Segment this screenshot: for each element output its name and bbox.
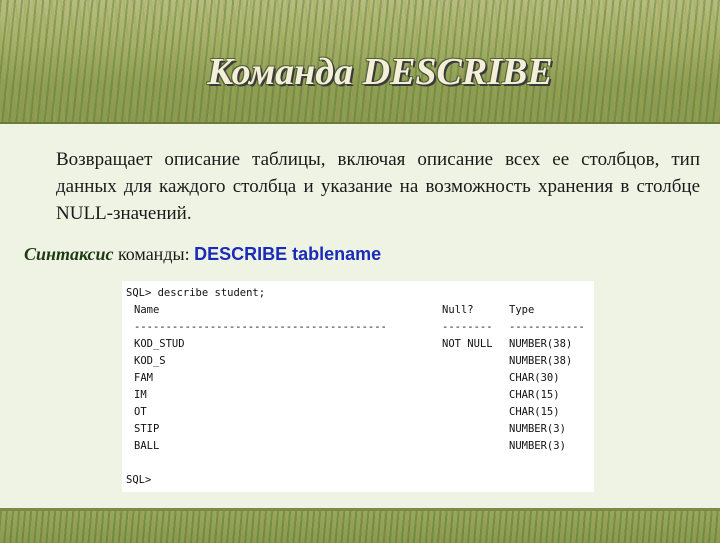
row-type: NUMBER(3) — [509, 440, 566, 452]
syntax-line: Синтаксис команды: DESCRIBE tablename — [24, 244, 381, 265]
syntax-command: DESCRIBE tablename — [194, 244, 382, 264]
row-name: STIP — [134, 423, 160, 435]
separator-type: ------------ — [509, 321, 585, 333]
header-name: Name — [134, 304, 160, 316]
row-type: CHAR(15) — [509, 406, 560, 418]
description-paragraph: Возвращает описание таблицы, включая опи… — [56, 149, 700, 224]
header-type: Type — [509, 304, 535, 316]
row-type: CHAR(15) — [509, 389, 560, 401]
header-null: Null? — [442, 304, 474, 316]
row-type: NUMBER(38) — [509, 338, 573, 350]
row-name: BALL — [134, 440, 160, 452]
row-name: KOD_STUD — [134, 338, 185, 350]
console-final-prompt: SQL> — [126, 474, 152, 486]
console-prompt-command: SQL> describe student; — [126, 287, 266, 299]
row-name: OT — [134, 406, 147, 418]
syntax-label: Синтаксис — [24, 244, 114, 264]
separator-null: -------- — [442, 321, 493, 333]
row-name: FAM — [134, 372, 153, 384]
footer-banner — [0, 508, 720, 543]
row-name: IM — [134, 389, 147, 401]
separator-name: ---------------------------------------- — [134, 321, 387, 333]
row-type: CHAR(30) — [509, 372, 560, 384]
row-name: KOD_S — [134, 355, 166, 367]
row-null: NOT NULL — [442, 338, 493, 350]
sql-console-screenshot: SQL> describe student; Name Null? Type -… — [122, 281, 594, 492]
slide-title: Команда DESCRIBE — [207, 51, 553, 93]
row-type: NUMBER(38) — [509, 355, 573, 367]
syntax-text: команды: — [117, 244, 190, 264]
row-type: NUMBER(3) — [509, 423, 566, 435]
